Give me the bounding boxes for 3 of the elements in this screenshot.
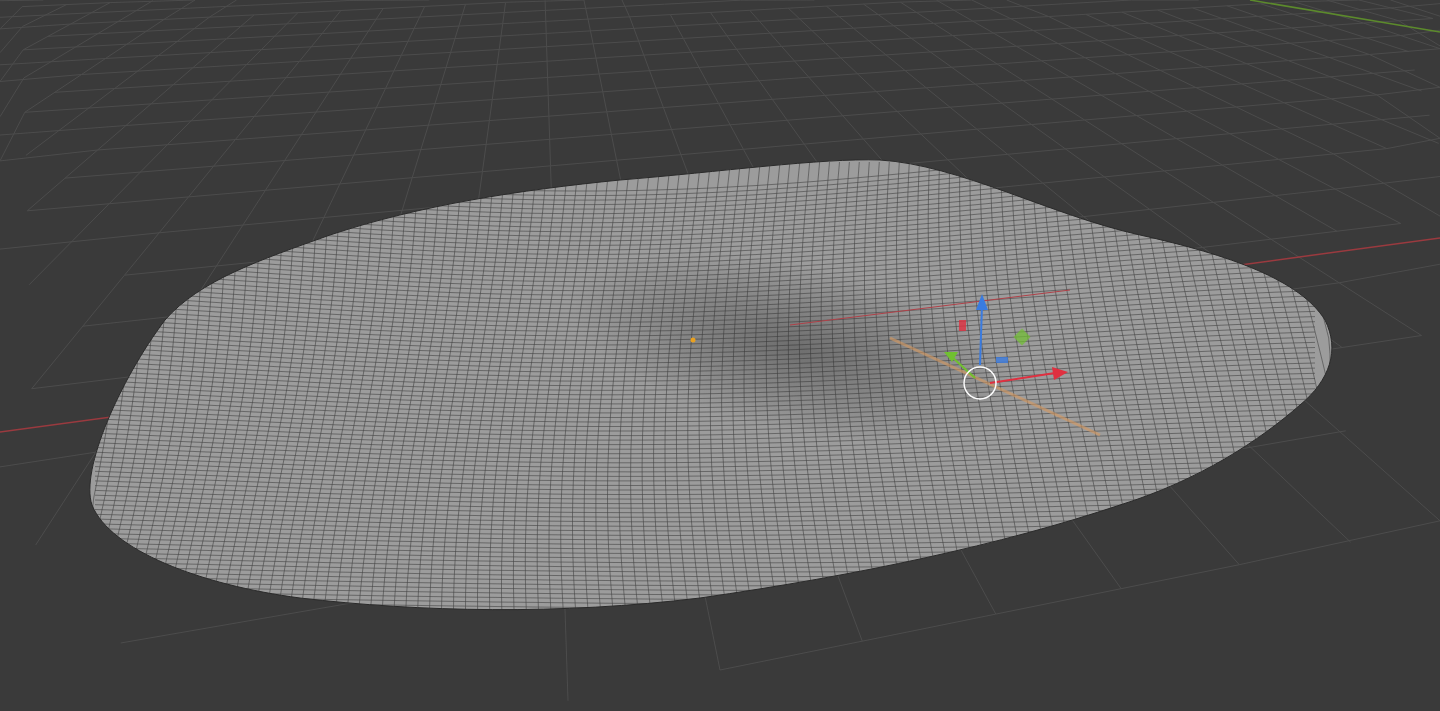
object-origin-icon [690,337,696,343]
transform-gizmo[interactable] [789,289,1101,437]
3d-cursor-icon [963,366,997,400]
